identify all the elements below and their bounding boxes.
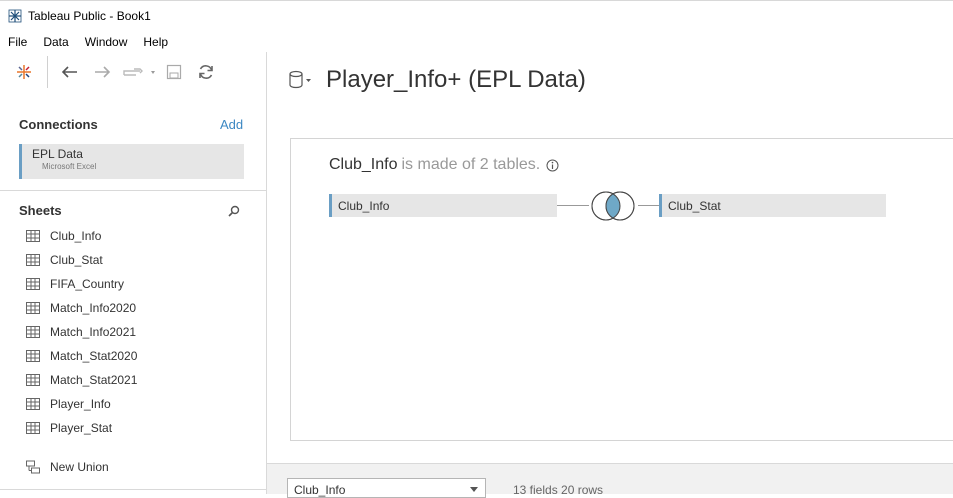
- toolbar: [0, 52, 267, 92]
- add-connection-link[interactable]: Add: [220, 117, 243, 132]
- selected-table: Club_Info: [294, 483, 346, 497]
- menu-bar: File Data Window Help: [0, 32, 176, 52]
- inner-join-icon[interactable]: [588, 190, 638, 222]
- sheet-name: Match_Info2020: [50, 301, 137, 315]
- table-composition-text: is made of 2 tables.: [401, 156, 541, 173]
- sheet-item[interactable]: Player_Stat: [26, 416, 137, 440]
- left-table-name: Club_Info: [338, 198, 390, 213]
- sheet-item[interactable]: Match_Info2021: [26, 320, 137, 344]
- redo-icon[interactable]: [121, 62, 157, 82]
- sheet-item[interactable]: Match_Stat2021: [26, 368, 137, 392]
- connection-type: Microsoft Excel: [42, 162, 97, 171]
- menu-window[interactable]: Window: [85, 35, 128, 49]
- table-grid-icon: [26, 422, 40, 434]
- sheet-item[interactable]: Match_Stat2020: [26, 344, 137, 368]
- connections-heading: Connections: [19, 117, 98, 132]
- fields-rows-count: 13 fields 20 rows: [513, 483, 604, 497]
- datasource-title[interactable]: Player_Info+ (EPL Data): [326, 66, 586, 94]
- menu-file[interactable]: File: [8, 35, 27, 49]
- save-icon[interactable]: [165, 62, 183, 82]
- join-line-right: [638, 205, 659, 206]
- refresh-icon[interactable]: [196, 62, 216, 82]
- model-description: Club_Info is made of 2 tables.: [329, 156, 559, 174]
- sheet-list: Club_Info Club_Stat FIFA_Country Match_I…: [26, 224, 137, 440]
- window-title: Tableau Public - Book1: [28, 8, 151, 23]
- data-grid-toolbar: Club_Info 13 fields 20 rows: [267, 463, 953, 498]
- sheet-item[interactable]: FIFA_Country: [26, 272, 137, 296]
- sheet-name: Club_Info: [50, 229, 102, 243]
- physical-table-right[interactable]: Club_Stat: [659, 194, 886, 217]
- table-grid-icon: [26, 374, 40, 386]
- table-grid-icon: [26, 398, 40, 410]
- menu-help[interactable]: Help: [143, 35, 168, 49]
- table-select-dropdown[interactable]: Club_Info: [287, 478, 486, 498]
- new-union-button[interactable]: New Union: [26, 458, 109, 476]
- sheet-name: FIFA_Country: [50, 277, 125, 291]
- physical-table-left[interactable]: Club_Info: [329, 194, 557, 217]
- chevron-down-icon: [470, 487, 478, 492]
- tableau-app-icon: [8, 9, 22, 22]
- table-grid-icon: [26, 230, 40, 242]
- table-grid-icon: [26, 302, 40, 314]
- search-icon[interactable]: [227, 204, 241, 218]
- back-arrow-icon[interactable]: [60, 62, 80, 82]
- sheet-item[interactable]: Club_Info: [26, 224, 137, 248]
- sheet-name: Match_Stat2020: [50, 349, 138, 363]
- forward-arrow-icon[interactable]: [92, 62, 112, 82]
- datasource-header: Player_Info+ (EPL Data): [288, 66, 586, 94]
- sheet-name: Match_Info2021: [50, 325, 137, 339]
- menu-data[interactable]: Data: [43, 35, 68, 49]
- title-bar: Tableau Public - Book1: [0, 0, 953, 30]
- connection-item[interactable]: EPL Data Microsoft Excel: [19, 144, 244, 179]
- sidebar-divider: [0, 190, 267, 191]
- data-model-canvas: Club_Info is made of 2 tables. Club_Info…: [290, 138, 953, 441]
- sheets-heading: Sheets: [19, 203, 62, 218]
- sheet-name: Player_Stat: [50, 421, 113, 435]
- sheet-item[interactable]: Club_Stat: [26, 248, 137, 272]
- connection-name: EPL Data: [32, 147, 83, 161]
- join-line-left: [557, 205, 589, 206]
- sheet-name: Match_Stat2021: [50, 373, 138, 387]
- toolbar-separator: [47, 56, 48, 88]
- right-table-name: Club_Stat: [668, 198, 721, 213]
- table-grid-icon: [26, 326, 40, 338]
- table-grid-icon: [26, 254, 40, 266]
- new-union-label: New Union: [50, 460, 109, 474]
- table-grid-icon: [26, 350, 40, 362]
- sidebar-bottom-divider: [0, 489, 267, 490]
- sheet-item[interactable]: Match_Info2020: [26, 296, 137, 320]
- sheet-item[interactable]: Player_Info: [26, 392, 137, 416]
- tableau-logo-icon[interactable]: [14, 62, 34, 82]
- sheet-name: Player_Info: [50, 397, 111, 411]
- sheet-name: Club_Stat: [50, 253, 103, 267]
- datasource-cylinder-icon[interactable]: [288, 70, 312, 90]
- union-icon: [26, 460, 40, 474]
- info-icon[interactable]: [546, 159, 559, 172]
- table-grid-icon: [26, 278, 40, 290]
- logical-table-name: Club_Info: [329, 156, 398, 173]
